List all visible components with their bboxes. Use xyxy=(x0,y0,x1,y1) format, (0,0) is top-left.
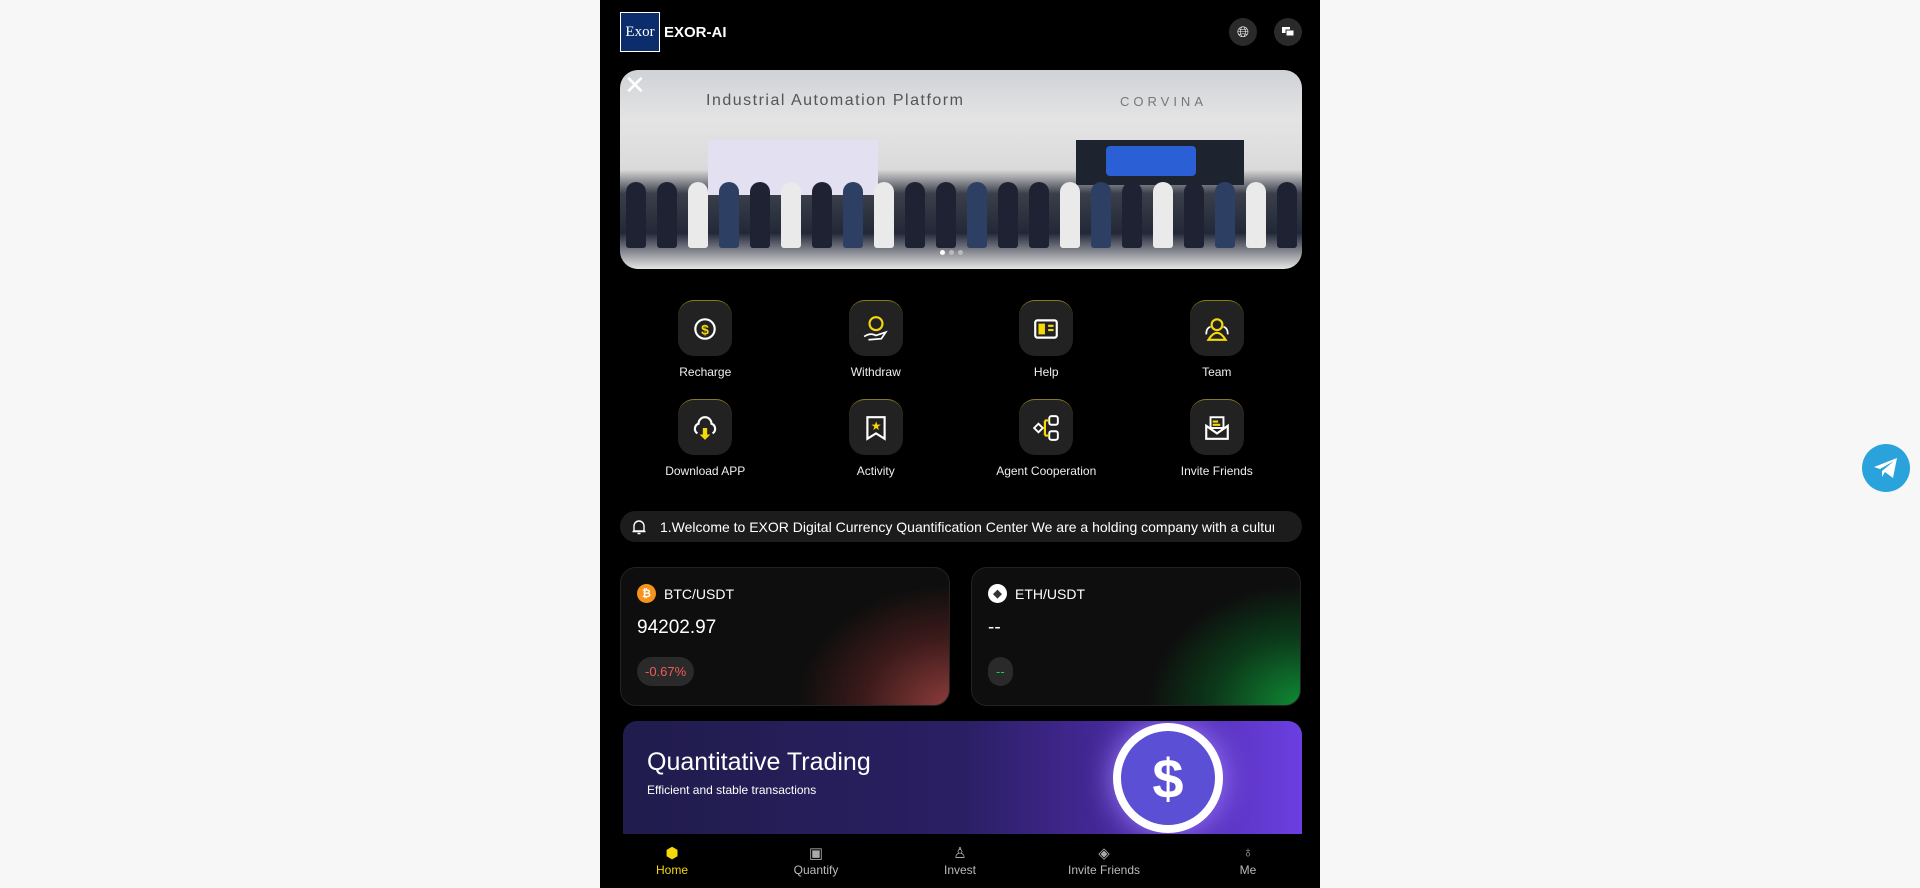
action-recharge[interactable]: $ Recharge xyxy=(620,300,791,381)
action-help[interactable]: Help xyxy=(961,300,1132,381)
team-icon xyxy=(1205,317,1229,341)
notice-bar[interactable]: 1.Welcome to EXOR Digital Currency Quant… xyxy=(620,511,1302,542)
action-label: Withdraw xyxy=(850,365,901,379)
banner-wall-brand: CORVINA xyxy=(1120,94,1207,109)
recharge-dollar-icon: $ xyxy=(694,317,717,340)
promo-title: Quantitative Trading xyxy=(647,748,871,776)
nav-label: Invest xyxy=(943,863,976,877)
bell-icon xyxy=(632,519,646,534)
nav-quantify[interactable]: ▣ Quantify xyxy=(744,834,888,888)
cloud-download-icon xyxy=(694,415,717,440)
change-badge: -0.67% xyxy=(637,657,695,686)
action-activity[interactable]: ★ Activity xyxy=(791,399,962,480)
logo: Exor xyxy=(620,12,660,52)
ribbon-star-icon: ★ xyxy=(866,415,886,441)
icon-box xyxy=(678,399,733,455)
icon-box: $ xyxy=(678,300,733,356)
nav-me[interactable]: ♁ Me xyxy=(1176,834,1320,888)
invest-icon: ♙ xyxy=(953,845,967,862)
price: -- xyxy=(988,617,1001,638)
action-label: Team xyxy=(1202,365,1232,379)
price: 94202.97 xyxy=(637,617,717,638)
svg-text:★: ★ xyxy=(870,419,881,433)
ethereum-icon: ◆ xyxy=(988,584,1007,603)
nav-label: Quantify xyxy=(793,863,839,877)
home-icon: ⬢ xyxy=(665,845,679,862)
header: Exor EXOR-AI 🌐︎ xyxy=(620,12,1302,52)
chat-icon xyxy=(1282,27,1295,37)
icon-box xyxy=(1019,399,1074,455)
icon-box xyxy=(1189,399,1244,455)
logo-text: Exor xyxy=(625,23,655,40)
action-label: Help xyxy=(1033,365,1059,379)
action-agent-cooperation[interactable]: Agent Cooperation xyxy=(961,399,1132,480)
book-icon xyxy=(1034,318,1059,339)
banner-group-photo xyxy=(620,178,1302,248)
bitcoin-icon: ₿ xyxy=(637,584,656,603)
nav-label: Invite Friends xyxy=(1067,863,1141,877)
user-icon: ♁ xyxy=(1242,844,1254,861)
banner-wall-title: Industrial Automation Platform xyxy=(706,92,965,109)
banner-carousel[interactable]: Industrial Automation Platform CORVINA ✕ xyxy=(620,70,1302,269)
icon-box xyxy=(848,300,903,356)
language-button[interactable]: 🌐︎ xyxy=(1229,18,1257,46)
action-withdraw[interactable]: Withdraw xyxy=(791,300,962,381)
action-label: Recharge xyxy=(679,365,732,379)
hand-coin-icon xyxy=(863,315,888,341)
action-label: Activity xyxy=(856,464,895,478)
quantitative-trading-banner[interactable]: $ Quantitative Trading Efficient and sta… xyxy=(623,721,1302,837)
nav-invite-friends[interactable]: ◈ Invite Friends xyxy=(1032,834,1176,888)
telegram-button[interactable] xyxy=(1862,444,1910,492)
market-card-btc[interactable]: ₿ BTC/USDT 94202.97 -0.67% xyxy=(620,567,950,706)
brand-name: EXOR-AI xyxy=(664,23,727,41)
telegram-icon xyxy=(1874,458,1897,478)
x-logo-icon: ✕ xyxy=(624,70,646,100)
action-team[interactable]: Team xyxy=(1132,300,1303,381)
action-label: Invite Friends xyxy=(1180,464,1253,478)
globe-icon: 🌐︎ xyxy=(1236,23,1249,41)
promo-subtitle: Efficient and stable transactions xyxy=(647,783,817,797)
nav-label: Me xyxy=(1239,863,1257,877)
bottom-nav: ⬢ Home ▣ Quantify ♙ Invest ◈ Invite Friends ♁ Me xyxy=(600,834,1320,888)
icon-box xyxy=(1019,300,1074,356)
market-card-eth[interactable]: ◆ ETH/USDT -- -- xyxy=(971,567,1301,706)
quantify-icon: ▣ xyxy=(808,845,824,862)
customer-service-button[interactable] xyxy=(1274,18,1302,46)
change-badge: -- xyxy=(988,657,1013,686)
nav-invest[interactable]: ♙ Invest xyxy=(888,834,1032,888)
dollar-coin-icon: $ xyxy=(1113,723,1223,833)
invite-icon: ◈ xyxy=(1098,845,1110,862)
action-label: Download APP xyxy=(665,464,746,478)
nav-label: Home xyxy=(655,863,688,877)
quick-actions: $ Recharge Withdraw Help Team Download APP ★ Ac… xyxy=(620,300,1302,480)
svg-text:$: $ xyxy=(701,321,709,337)
nav-home[interactable]: ⬢ Home xyxy=(600,834,744,888)
action-invite-friends[interactable]: Invite Friends xyxy=(1132,399,1303,480)
mobile-app: Exor EXOR-AI 🌐︎ Industrial Automation Pl… xyxy=(600,0,1320,888)
envelope-icon xyxy=(1204,415,1229,440)
hierarchy-icon xyxy=(1033,414,1060,441)
pair-name: ETH/USDT xyxy=(1015,585,1085,602)
carousel-dots[interactable] xyxy=(940,250,963,255)
action-download-app[interactable]: Download APP xyxy=(620,399,791,480)
icon-box: ★ xyxy=(848,399,903,455)
icon-box xyxy=(1189,300,1244,356)
notice-text: 1.Welcome to EXOR Digital Currency Quant… xyxy=(660,518,1274,535)
pair-name: BTC/USDT xyxy=(664,585,734,602)
action-label: Agent Cooperation xyxy=(996,464,1097,478)
